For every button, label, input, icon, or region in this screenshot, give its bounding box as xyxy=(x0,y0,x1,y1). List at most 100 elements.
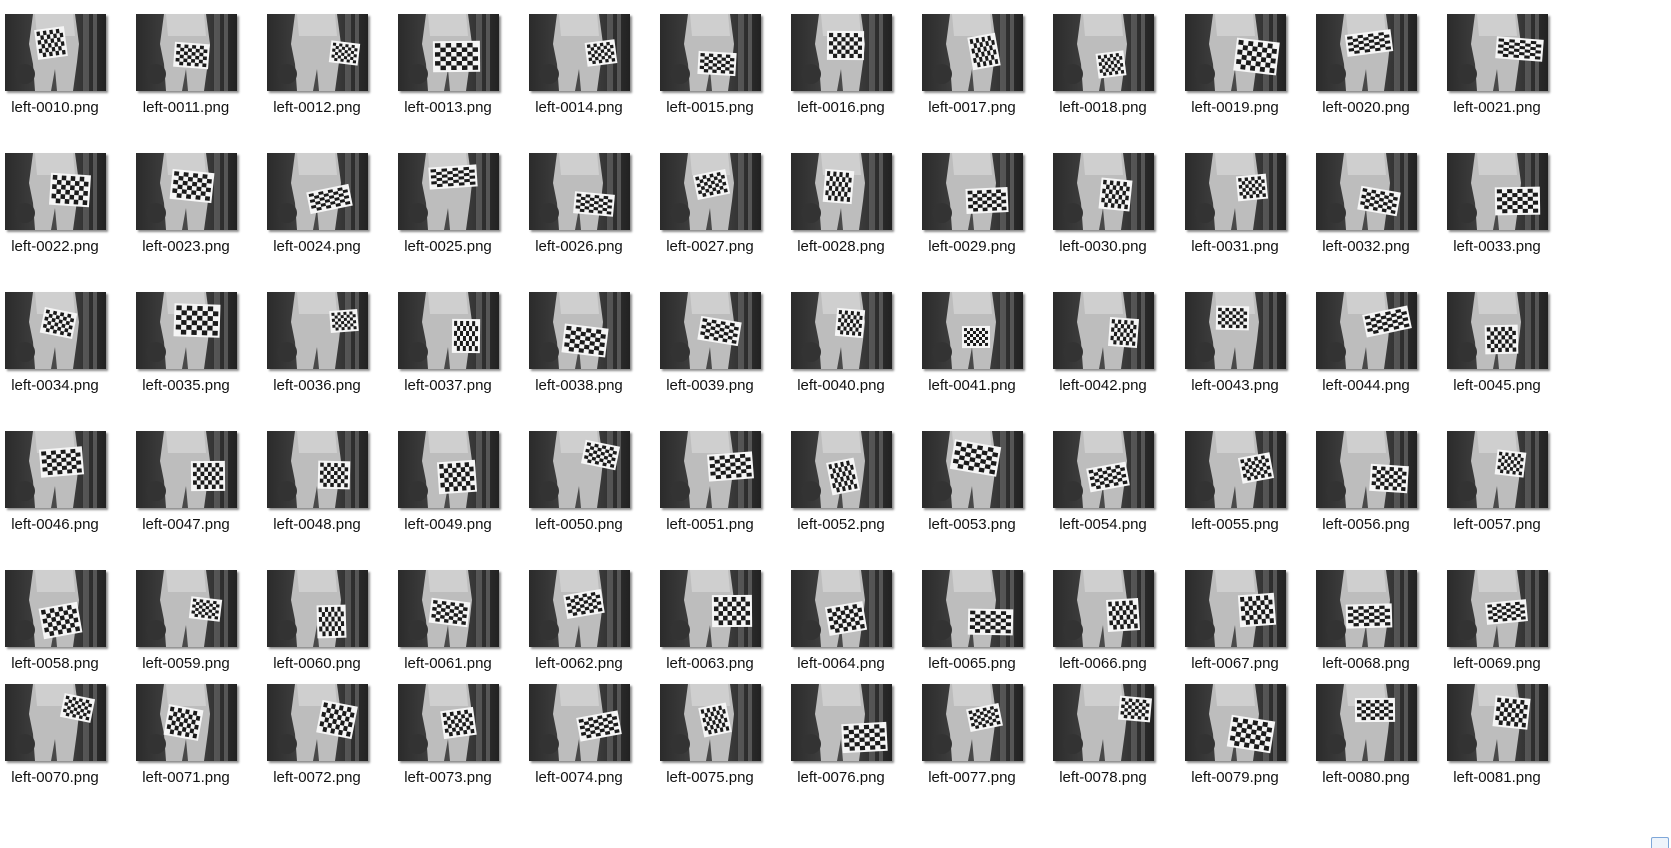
image-thumbnail-icon[interactable] xyxy=(660,431,761,508)
file-item[interactable]: left-0036.png xyxy=(262,292,388,412)
image-thumbnail-icon[interactable] xyxy=(1053,570,1154,647)
file-item[interactable]: left-0071.png xyxy=(131,684,257,804)
file-item[interactable]: left-0068.png xyxy=(1311,570,1437,690)
file-item[interactable]: left-0046.png xyxy=(0,431,126,551)
image-thumbnail-icon[interactable] xyxy=(660,14,761,91)
file-item[interactable]: left-0031.png xyxy=(1180,153,1306,273)
image-thumbnail-icon[interactable] xyxy=(267,570,368,647)
image-thumbnail-icon[interactable] xyxy=(1316,431,1417,508)
image-thumbnail-icon[interactable] xyxy=(267,153,368,230)
file-item[interactable]: left-0057.png xyxy=(1442,431,1568,551)
file-item[interactable]: left-0022.png xyxy=(0,153,126,273)
image-thumbnail-icon[interactable] xyxy=(1053,431,1154,508)
image-thumbnail-icon[interactable] xyxy=(1053,14,1154,91)
image-thumbnail-icon[interactable] xyxy=(922,431,1023,508)
image-thumbnail-icon[interactable] xyxy=(1447,431,1548,508)
file-item[interactable]: left-0072.png xyxy=(262,684,388,804)
image-thumbnail-icon[interactable] xyxy=(5,14,106,91)
file-item[interactable]: left-0058.png xyxy=(0,570,126,690)
image-thumbnail-icon[interactable] xyxy=(922,153,1023,230)
image-thumbnail-icon[interactable] xyxy=(1316,153,1417,230)
file-item[interactable]: left-0049.png xyxy=(393,431,519,551)
file-item[interactable]: left-0070.png xyxy=(0,684,126,804)
image-thumbnail-icon[interactable] xyxy=(398,292,499,369)
image-thumbnail-icon[interactable] xyxy=(1447,570,1548,647)
file-item[interactable]: left-0030.png xyxy=(1048,153,1174,273)
image-thumbnail-icon[interactable] xyxy=(136,684,237,761)
image-thumbnail-icon[interactable] xyxy=(1053,684,1154,761)
file-item[interactable]: left-0013.png xyxy=(393,14,519,134)
file-item[interactable]: left-0062.png xyxy=(524,570,650,690)
image-thumbnail-icon[interactable] xyxy=(791,153,892,230)
image-thumbnail-icon[interactable] xyxy=(5,431,106,508)
file-item[interactable]: left-0034.png xyxy=(0,292,126,412)
image-thumbnail-icon[interactable] xyxy=(267,14,368,91)
file-item[interactable]: left-0061.png xyxy=(393,570,519,690)
image-thumbnail-icon[interactable] xyxy=(136,292,237,369)
file-item[interactable]: left-0069.png xyxy=(1442,570,1568,690)
file-item[interactable]: left-0027.png xyxy=(655,153,781,273)
file-item[interactable]: left-0074.png xyxy=(524,684,650,804)
image-thumbnail-icon[interactable] xyxy=(5,684,106,761)
file-item[interactable]: left-0011.png xyxy=(131,14,257,134)
file-item[interactable]: left-0040.png xyxy=(786,292,912,412)
file-item[interactable]: left-0014.png xyxy=(524,14,650,134)
file-item[interactable]: left-0038.png xyxy=(524,292,650,412)
file-item[interactable]: left-0018.png xyxy=(1048,14,1174,134)
file-item[interactable]: left-0078.png xyxy=(1048,684,1174,804)
file-item[interactable]: left-0029.png xyxy=(917,153,1043,273)
image-thumbnail-icon[interactable] xyxy=(1316,684,1417,761)
image-thumbnail-icon[interactable] xyxy=(1185,14,1286,91)
file-item[interactable]: left-0050.png xyxy=(524,431,650,551)
image-thumbnail-icon[interactable] xyxy=(1185,292,1286,369)
file-item[interactable]: left-0079.png xyxy=(1180,684,1306,804)
file-item[interactable]: left-0032.png xyxy=(1311,153,1437,273)
file-item[interactable]: left-0020.png xyxy=(1311,14,1437,134)
image-thumbnail-icon[interactable] xyxy=(136,431,237,508)
file-item[interactable]: left-0059.png xyxy=(131,570,257,690)
image-thumbnail-icon[interactable] xyxy=(660,153,761,230)
file-item[interactable]: left-0021.png xyxy=(1442,14,1568,134)
file-item[interactable]: left-0064.png xyxy=(786,570,912,690)
image-thumbnail-icon[interactable] xyxy=(791,684,892,761)
image-thumbnail-icon[interactable] xyxy=(1447,684,1548,761)
view-toggle-icon[interactable] xyxy=(1651,837,1669,848)
image-thumbnail-icon[interactable] xyxy=(398,14,499,91)
image-thumbnail-icon[interactable] xyxy=(1447,14,1548,91)
file-item[interactable]: left-0077.png xyxy=(917,684,1043,804)
file-item[interactable]: left-0041.png xyxy=(917,292,1043,412)
image-thumbnail-icon[interactable] xyxy=(529,153,630,230)
image-thumbnail-icon[interactable] xyxy=(922,292,1023,369)
image-thumbnail-icon[interactable] xyxy=(5,570,106,647)
image-thumbnail-icon[interactable] xyxy=(1185,153,1286,230)
image-thumbnail-icon[interactable] xyxy=(791,14,892,91)
file-item[interactable]: left-0056.png xyxy=(1311,431,1437,551)
file-item[interactable]: left-0010.png xyxy=(0,14,126,134)
file-item[interactable]: left-0055.png xyxy=(1180,431,1306,551)
image-thumbnail-icon[interactable] xyxy=(1316,14,1417,91)
image-thumbnail-icon[interactable] xyxy=(922,14,1023,91)
image-thumbnail-icon[interactable] xyxy=(267,431,368,508)
image-thumbnail-icon[interactable] xyxy=(922,570,1023,647)
image-thumbnail-icon[interactable] xyxy=(1316,570,1417,647)
image-thumbnail-icon[interactable] xyxy=(1447,153,1548,230)
image-thumbnail-icon[interactable] xyxy=(791,570,892,647)
file-item[interactable]: left-0065.png xyxy=(917,570,1043,690)
image-thumbnail-icon[interactable] xyxy=(136,14,237,91)
file-item[interactable]: left-0012.png xyxy=(262,14,388,134)
image-thumbnail-icon[interactable] xyxy=(922,684,1023,761)
file-item[interactable]: left-0054.png xyxy=(1048,431,1174,551)
image-thumbnail-icon[interactable] xyxy=(529,570,630,647)
file-item[interactable]: left-0075.png xyxy=(655,684,781,804)
file-item[interactable]: left-0035.png xyxy=(131,292,257,412)
image-thumbnail-icon[interactable] xyxy=(1185,431,1286,508)
image-thumbnail-icon[interactable] xyxy=(1053,292,1154,369)
file-item[interactable]: left-0045.png xyxy=(1442,292,1568,412)
image-thumbnail-icon[interactable] xyxy=(1316,292,1417,369)
file-item[interactable]: left-0017.png xyxy=(917,14,1043,134)
image-thumbnail-icon[interactable] xyxy=(1185,570,1286,647)
file-item[interactable]: left-0066.png xyxy=(1048,570,1174,690)
file-item[interactable]: left-0025.png xyxy=(393,153,519,273)
file-item[interactable]: left-0080.png xyxy=(1311,684,1437,804)
image-thumbnail-icon[interactable] xyxy=(1053,153,1154,230)
